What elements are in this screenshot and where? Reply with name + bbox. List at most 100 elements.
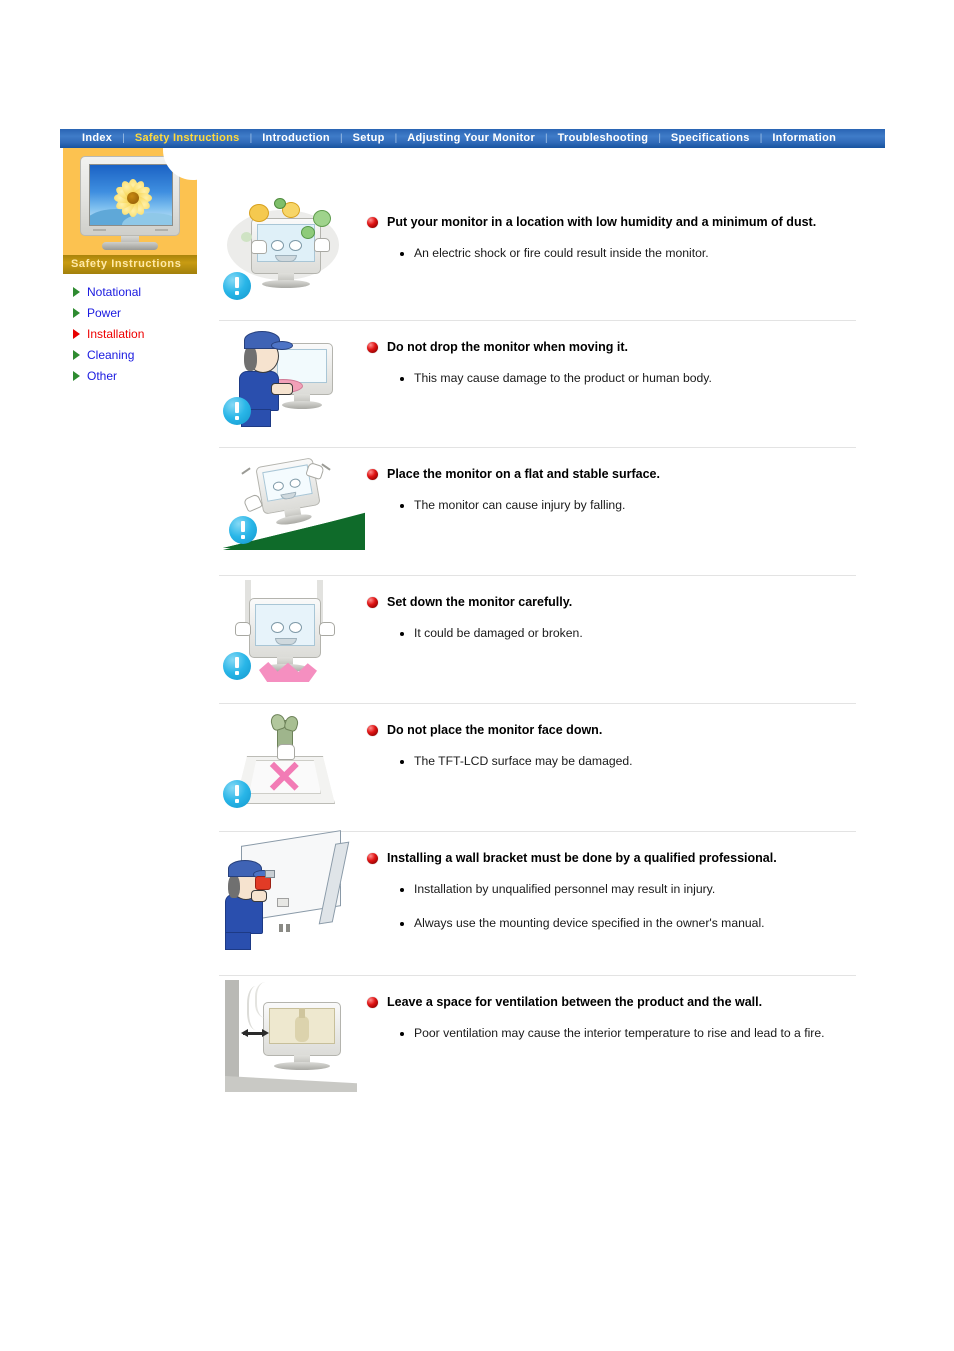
safety-section: Place the monitor on a flat and stable s… xyxy=(219,448,856,575)
section-bullet: This may cause damage to the product or … xyxy=(400,370,856,388)
section-bullet: Poor ventilation may cause the interior … xyxy=(400,1025,856,1043)
section-bullet-list: Installation by unqualified personnel ma… xyxy=(400,881,856,932)
section-text: Put your monitor in a location with low … xyxy=(367,196,856,263)
safety-section: ✕ Do not place the monitor face down. Th… xyxy=(219,704,856,831)
red-warning-bullet-icon xyxy=(367,342,378,353)
section-heading-text: Put your monitor in a location with low … xyxy=(387,215,817,229)
warning-exclamation-badge xyxy=(229,516,257,544)
worker-dropping-monitor-illustration xyxy=(219,321,349,431)
monitor-on-slope-illustration xyxy=(219,448,365,558)
red-warning-bullet-icon xyxy=(367,853,378,864)
section-bullet: The TFT-LCD surface may be damaged. xyxy=(400,753,856,771)
section-text: Do not drop the monitor when moving it. … xyxy=(367,321,856,388)
sidebar-item-installation[interactable]: Installation xyxy=(73,323,197,344)
section-bullet: The monitor can cause injury by falling. xyxy=(400,497,856,515)
arrow-right-icon xyxy=(73,349,80,360)
sunflower-icon xyxy=(112,177,154,219)
section-bullet-list: Poor ventilation may cause the interior … xyxy=(400,1025,856,1043)
section-figure xyxy=(219,830,367,958)
red-warning-bullet-icon xyxy=(367,469,378,480)
section-heading: Do not drop the monitor when moving it. xyxy=(367,339,856,356)
warning-exclamation-badge xyxy=(223,652,251,680)
section-bullet-list: The TFT-LCD surface may be damaged. xyxy=(400,753,856,771)
section-heading-text: Do not place the monitor face down. xyxy=(387,723,603,737)
section-figure xyxy=(219,576,367,686)
section-figure xyxy=(219,448,367,558)
section-bullet-list: This may cause damage to the product or … xyxy=(400,370,856,388)
sidebar-item-label: Notational xyxy=(87,284,142,299)
section-heading: Set down the monitor carefully. xyxy=(367,594,856,611)
monitor-set-down-impact-illustration xyxy=(219,576,349,686)
nav-item-index[interactable]: Index xyxy=(72,129,122,148)
section-bullet: Installation by unqualified personnel ma… xyxy=(400,881,856,899)
section-heading: Put your monitor in a location with low … xyxy=(367,214,856,231)
arrow-right-icon xyxy=(73,307,80,318)
section-bullet-list: It could be damaged or broken. xyxy=(400,625,856,643)
monitor-bezel xyxy=(80,156,180,236)
sidebar-item-other[interactable]: Other xyxy=(73,365,197,386)
section-heading-text: Leave a space for ventilation between th… xyxy=(387,995,763,1009)
sidebar-item-label: Other xyxy=(87,368,118,383)
arrow-right-icon xyxy=(73,286,80,297)
section-bullet: It could be damaged or broken. xyxy=(400,625,856,643)
main-navigation-bar: Index | Safety Instructions | Introducti… xyxy=(60,129,885,148)
section-bullet: Always use the mounting device specified… xyxy=(400,915,856,933)
safety-section: Put your monitor in a location with low … xyxy=(219,196,856,320)
monitor-stand-base xyxy=(102,242,158,250)
section-text: Set down the monitor carefully. It could… xyxy=(367,576,856,643)
red-warning-bullet-icon xyxy=(367,597,378,608)
red-warning-bullet-icon xyxy=(367,725,378,736)
section-heading: Installing a wall bracket must be done b… xyxy=(367,850,856,867)
nav-item-adjusting-your-monitor[interactable]: Adjusting Your Monitor xyxy=(397,129,545,148)
section-bullet: An electric shock or fire could result i… xyxy=(400,245,856,263)
section-heading-text: Set down the monitor carefully. xyxy=(387,595,573,609)
sidebar-item-notational[interactable]: Notational xyxy=(73,281,197,302)
safety-section: Do not drop the monitor when moving it. … xyxy=(219,321,856,447)
sidebar-item-label: Power xyxy=(87,305,122,320)
monitor-dust-humidity-illustration xyxy=(219,196,349,306)
sidebar-item-cleaning[interactable]: Cleaning xyxy=(73,344,197,365)
nav-item-setup[interactable]: Setup xyxy=(343,129,395,148)
arrow-right-icon xyxy=(73,370,80,381)
section-heading-text: Installing a wall bracket must be done b… xyxy=(387,851,777,865)
sidebar-item-power[interactable]: Power xyxy=(73,302,197,323)
nav-item-safety-instructions[interactable]: Safety Instructions xyxy=(125,129,250,148)
nav-item-information[interactable]: Information xyxy=(762,129,846,148)
safety-section: Set down the monitor carefully. It could… xyxy=(219,576,856,703)
monitor-wall-ventilation-gap-illustration xyxy=(219,976,357,1106)
monitor-face-down-prohibited-illustration: ✕ xyxy=(219,704,349,814)
warning-exclamation-badge xyxy=(223,272,251,300)
sidebar-thumbnail-panel: Safety Instructions xyxy=(63,148,197,274)
nav-item-troubleshooting[interactable]: Troubleshooting xyxy=(548,129,659,148)
section-heading-text: Place the monitor on a flat and stable s… xyxy=(387,467,660,481)
section-heading-text: Do not drop the monitor when moving it. xyxy=(387,340,628,354)
section-figure xyxy=(219,976,367,1106)
sidebar-section-title: Safety Instructions xyxy=(63,255,197,274)
red-warning-bullet-icon xyxy=(367,217,378,228)
sidebar-item-label: Cleaning xyxy=(87,347,135,362)
section-figure: ✕ xyxy=(219,704,367,814)
sidebar-item-label: Installation xyxy=(87,326,145,341)
section-text: Place the monitor on a flat and stable s… xyxy=(367,448,856,515)
monitor-sunflower-thumbnail xyxy=(80,156,180,250)
nav-item-introduction[interactable]: Introduction xyxy=(252,129,340,148)
nav-item-specifications[interactable]: Specifications xyxy=(661,129,760,148)
section-bullet-list: An electric shock or fire could result i… xyxy=(400,245,856,263)
section-heading: Do not place the monitor face down. xyxy=(367,722,856,739)
wall-bracket-installation-illustration xyxy=(219,830,350,958)
safety-section: Leave a space for ventilation between th… xyxy=(219,976,856,1116)
prohibition-x-icon: ✕ xyxy=(265,751,304,803)
warning-exclamation-badge xyxy=(223,397,251,425)
sidebar: Safety Instructions Notational Power Ins… xyxy=(63,148,197,386)
section-heading: Leave a space for ventilation between th… xyxy=(367,994,856,1011)
section-figure xyxy=(219,196,367,306)
section-text: Do not place the monitor face down. The … xyxy=(367,704,856,771)
warning-exclamation-badge xyxy=(223,780,251,808)
sidebar-link-list: Notational Power Installation Cleaning O… xyxy=(63,281,197,386)
section-heading: Place the monitor on a flat and stable s… xyxy=(367,466,856,483)
safety-instructions-content: Put your monitor in a location with low … xyxy=(219,196,856,1116)
section-bullet-list: The monitor can cause injury by falling. xyxy=(400,497,856,515)
arrow-right-icon xyxy=(73,328,80,339)
red-warning-bullet-icon xyxy=(367,997,378,1008)
section-figure xyxy=(219,321,367,431)
